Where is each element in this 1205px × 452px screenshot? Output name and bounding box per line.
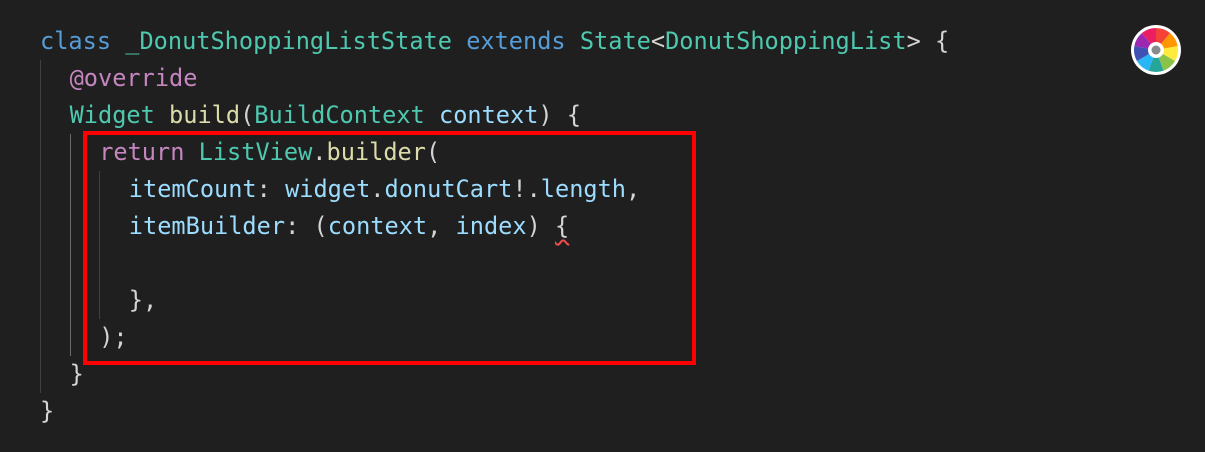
code-token: DonutShoppingList xyxy=(665,27,907,55)
highlight-box xyxy=(83,131,696,365)
indent-guide xyxy=(40,134,41,171)
code-line: } xyxy=(40,393,54,430)
indent-guide xyxy=(69,134,71,171)
code-token: ) { xyxy=(538,101,582,129)
code-token: } xyxy=(69,360,84,388)
indent-guide xyxy=(69,282,71,319)
indent-guide xyxy=(40,245,41,282)
code-line: @override xyxy=(70,60,198,97)
indent-guide xyxy=(69,208,71,245)
indent-guide xyxy=(40,356,41,393)
code-token: ( xyxy=(240,101,255,129)
code-line: class _DonutShoppingListState extends St… xyxy=(40,23,949,60)
code-token: _DonutShoppingListState xyxy=(125,27,452,55)
code-token: class xyxy=(40,27,112,55)
code-token: extends xyxy=(466,27,566,55)
indent-guide xyxy=(69,171,71,208)
indent-guide xyxy=(40,282,41,319)
indent-guide xyxy=(40,97,41,134)
code-token: < xyxy=(650,27,666,55)
code-token: State xyxy=(579,27,651,55)
code-token: BuildContext xyxy=(254,101,425,129)
code-token: Widget xyxy=(69,101,155,129)
indent-guide xyxy=(40,319,41,356)
indent-guide xyxy=(40,171,41,208)
code-token: build xyxy=(169,101,241,129)
code-token: } xyxy=(40,397,55,425)
code-editor[interactable]: class _DonutShoppingListState extends St… xyxy=(0,0,1205,452)
indent-guide xyxy=(40,60,41,97)
indent-guide xyxy=(69,245,71,282)
code-line: } xyxy=(70,356,84,393)
code-token: > { xyxy=(906,27,950,55)
indent-guide xyxy=(69,319,71,356)
code-token: @override xyxy=(69,64,198,92)
code-token: context xyxy=(438,101,539,129)
code-line: Widget build(BuildContext context) { xyxy=(70,97,581,134)
color-wheel-icon[interactable] xyxy=(1130,24,1182,76)
indent-guide xyxy=(40,208,41,245)
